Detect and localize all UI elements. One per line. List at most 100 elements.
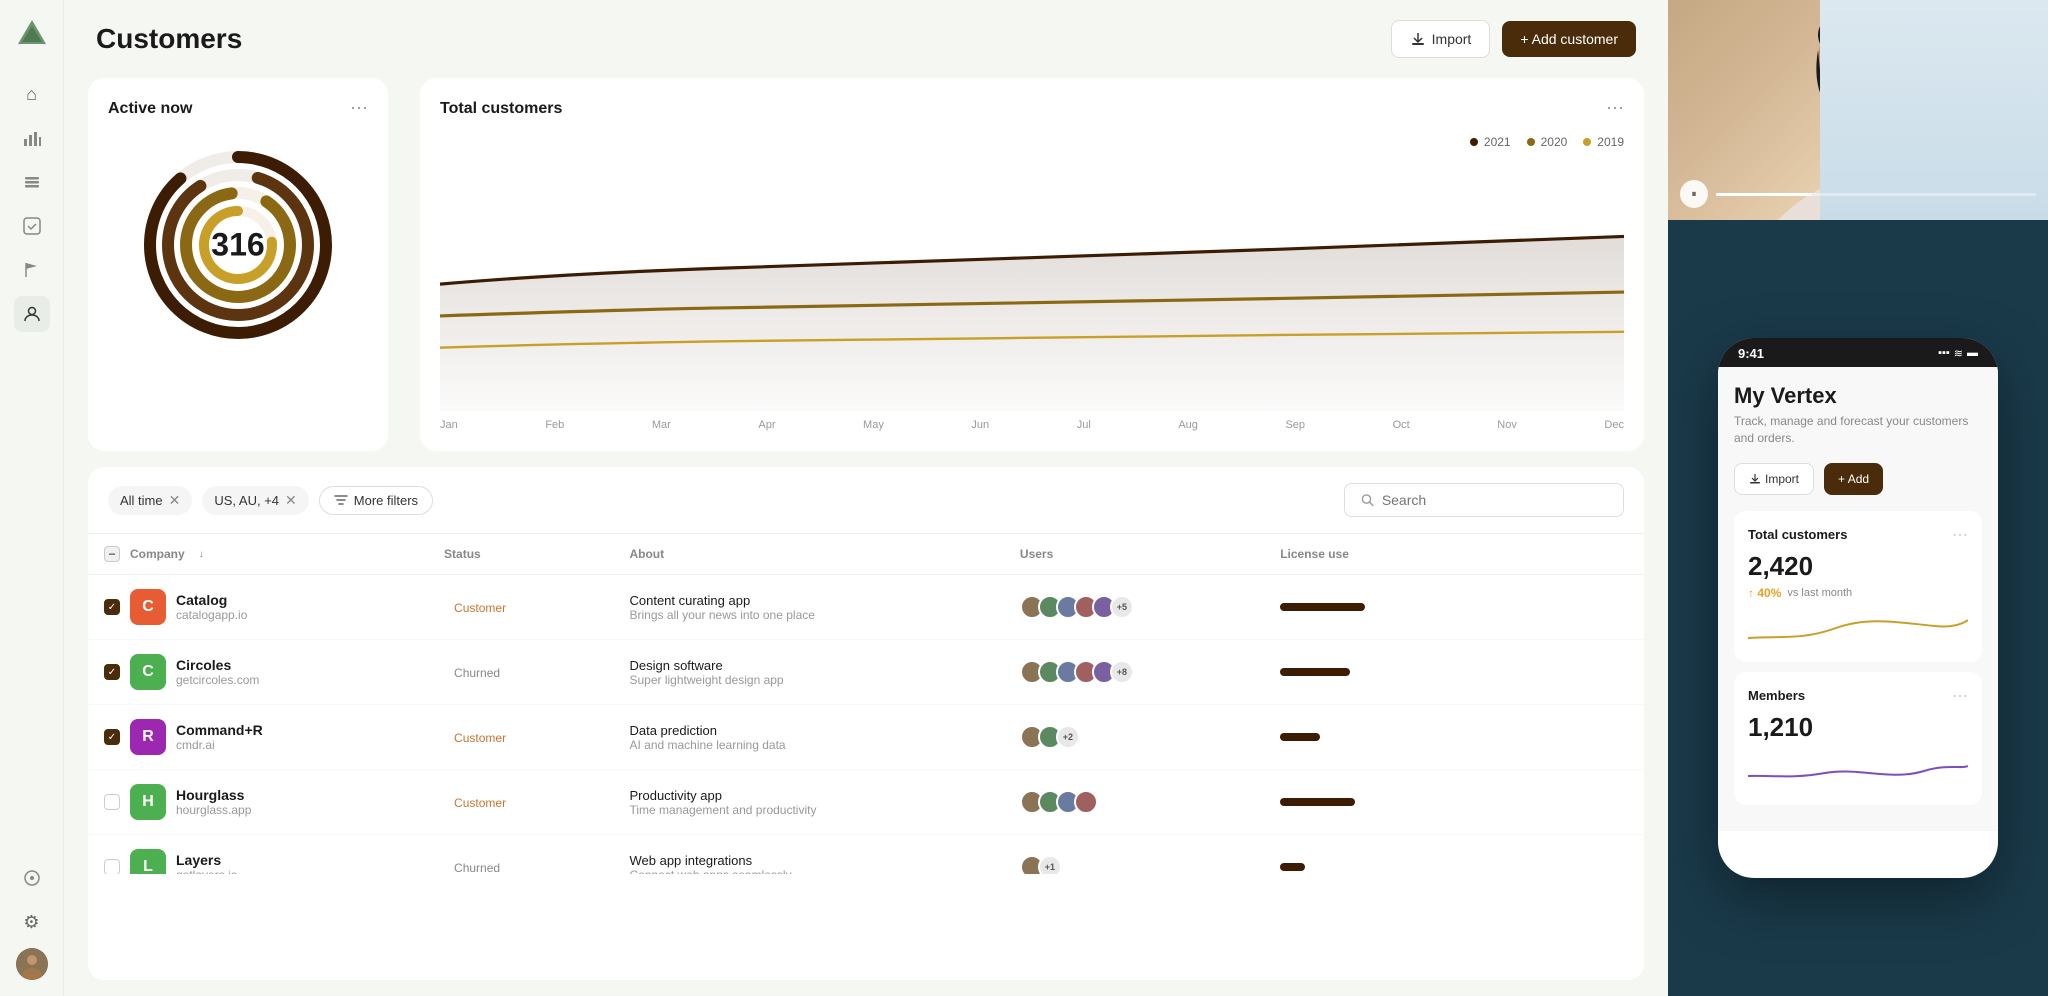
table-row: H Hourglass hourglass.app Customer Produ…	[88, 770, 1644, 835]
delete-button[interactable]: 🗑	[1489, 723, 1517, 751]
user-avatar-more: +1	[1038, 855, 1062, 874]
users-avatars: +8	[1020, 660, 1248, 684]
license-bar	[1280, 668, 1350, 676]
actions-cell: 🗑 ✎	[1473, 705, 1644, 770]
more-filters-button[interactable]: More filters	[319, 486, 433, 515]
phone-import-label: Import	[1765, 472, 1799, 486]
delete-button[interactable]: 🗑	[1489, 593, 1517, 621]
status-cell: Churned	[428, 640, 613, 705]
status-badge: Customer	[444, 727, 516, 749]
members-mini-chart	[1748, 751, 1968, 791]
edit-button[interactable]: ✎	[1525, 723, 1553, 751]
users-cell: +5	[1004, 575, 1264, 640]
wifi-icon: ≋	[1954, 347, 1963, 360]
total-customers-menu[interactable]: ⋯	[1606, 98, 1624, 119]
row-checkbox[interactable]	[104, 859, 120, 874]
pause-button[interactable]: ⏸	[1680, 180, 1708, 208]
sidebar-item-analytics[interactable]	[14, 120, 50, 156]
edit-button[interactable]: ✎	[1525, 593, 1553, 621]
delete-button[interactable]: 🗑	[1489, 788, 1517, 816]
user-avatar[interactable]	[16, 948, 48, 980]
phone-time: 9:41	[1738, 346, 1764, 361]
filters-row: All time ✕ US, AU, +4 ✕ More filters	[88, 467, 1644, 534]
edit-button[interactable]: ✎	[1525, 658, 1553, 686]
app-logo[interactable]	[14, 16, 50, 52]
filter-location[interactable]: US, AU, +4 ✕	[202, 486, 308, 515]
th-company: − Company ↓	[88, 534, 428, 575]
about-desc: Connect web apps seamlessly	[629, 868, 987, 875]
phone-members-label: Members	[1748, 688, 1805, 703]
row-checkbox[interactable]	[104, 794, 120, 810]
phone-app-desc: Track, manage and forecast your customer…	[1734, 413, 1982, 447]
phone-status-bar: 9:41 ▪▪▪ ≋ ▬	[1718, 338, 1998, 367]
import-label: Import	[1432, 31, 1472, 47]
about-cell: Web app integrations Connect web apps se…	[613, 835, 1003, 875]
phone-members-value: 1,210	[1748, 712, 1968, 743]
main-content: Customers Import + Add customer Active n…	[64, 0, 1668, 996]
license-cell	[1264, 640, 1473, 705]
phone-status-icons: ▪▪▪ ≋ ▬	[1938, 347, 1978, 360]
filter-location-close[interactable]: ✕	[285, 492, 297, 509]
table-row: L Layers getlayers.io Churned Web app in…	[88, 835, 1644, 875]
phone-members-menu[interactable]: ⋯	[1952, 686, 1968, 706]
import-button[interactable]: Import	[1391, 20, 1491, 58]
users-cell: +1	[1004, 835, 1264, 875]
search-input[interactable]	[1382, 492, 1607, 508]
edit-button[interactable]: ✎	[1525, 853, 1553, 874]
video-progress-bar[interactable]	[1716, 193, 2036, 196]
sidebar-item-flags[interactable]	[14, 252, 50, 288]
delete-button[interactable]: 🗑	[1489, 658, 1517, 686]
status-cell: Customer	[428, 770, 613, 835]
sidebar-item-layers[interactable]	[14, 164, 50, 200]
company-cell: L Layers getlayers.io	[88, 835, 428, 875]
about-desc: AI and machine learning data	[629, 738, 987, 752]
sidebar-item-home[interactable]: ⌂	[14, 76, 50, 112]
phone-add-button[interactable]: + Add	[1824, 463, 1883, 495]
sidebar-item-settings[interactable]: ⚙	[14, 904, 50, 940]
license-bar	[1280, 798, 1355, 806]
about-desc: Super lightweight design app	[629, 673, 987, 687]
filter-all-time[interactable]: All time ✕	[108, 486, 192, 515]
select-all-checkbox[interactable]: −	[104, 546, 120, 562]
row-checkbox[interactable]: ✓	[104, 599, 120, 615]
status-badge: Customer	[444, 597, 516, 619]
status-cell: Churned	[428, 835, 613, 875]
company-name: Catalog	[176, 592, 247, 608]
users-cell	[1004, 770, 1264, 835]
about-desc: Brings all your news into one place	[629, 608, 987, 622]
company-logo: L	[130, 849, 166, 874]
company-url: catalogapp.io	[176, 608, 247, 622]
edit-button[interactable]: ✎	[1525, 788, 1553, 816]
add-customer-button[interactable]: + Add customer	[1502, 21, 1636, 57]
users-cell: +8	[1004, 640, 1264, 705]
total-customers-title: Total customers	[440, 100, 562, 118]
search-box[interactable]	[1344, 483, 1624, 517]
phone-content: My Vertex Track, manage and forecast you…	[1718, 367, 1998, 831]
row-checkbox[interactable]: ✓	[104, 664, 120, 680]
sidebar-item-tasks[interactable]	[14, 208, 50, 244]
sidebar-item-org[interactable]	[14, 860, 50, 896]
company-sort[interactable]: ↓	[199, 549, 204, 560]
delete-button[interactable]: 🗑	[1489, 853, 1517, 874]
about-cell: Content curating app Brings all your new…	[613, 575, 1003, 640]
active-now-menu[interactable]: ⋯	[350, 98, 368, 119]
actions-cell: 🗑 ✎	[1473, 640, 1644, 705]
th-users: Users	[1004, 534, 1264, 575]
table-row: ✓ C Catalog catalogapp.io Customer Conte…	[88, 575, 1644, 640]
phone-import-button[interactable]: Import	[1734, 463, 1814, 495]
filter-all-time-close[interactable]: ✕	[169, 492, 181, 509]
company-logo: R	[130, 719, 166, 755]
company-logo: C	[130, 654, 166, 690]
add-customer-label: + Add customer	[1520, 31, 1618, 47]
sidebar-item-customers[interactable]	[14, 296, 50, 332]
row-checkbox[interactable]: ✓	[104, 729, 120, 745]
th-license: License use	[1264, 534, 1473, 575]
sidebar: ⌂	[0, 0, 64, 996]
actions-cell: 🗑 ✎	[1473, 835, 1644, 875]
phone-growth-label: vs last month	[1787, 587, 1852, 599]
user-avatar-more: +8	[1110, 660, 1134, 684]
customers-table: − Company ↓ Status About Users License u…	[88, 534, 1644, 874]
legend-dot-2021	[1470, 138, 1478, 146]
company-name: Circoles	[176, 657, 259, 673]
phone-card-menu[interactable]: ⋯	[1952, 525, 1968, 545]
